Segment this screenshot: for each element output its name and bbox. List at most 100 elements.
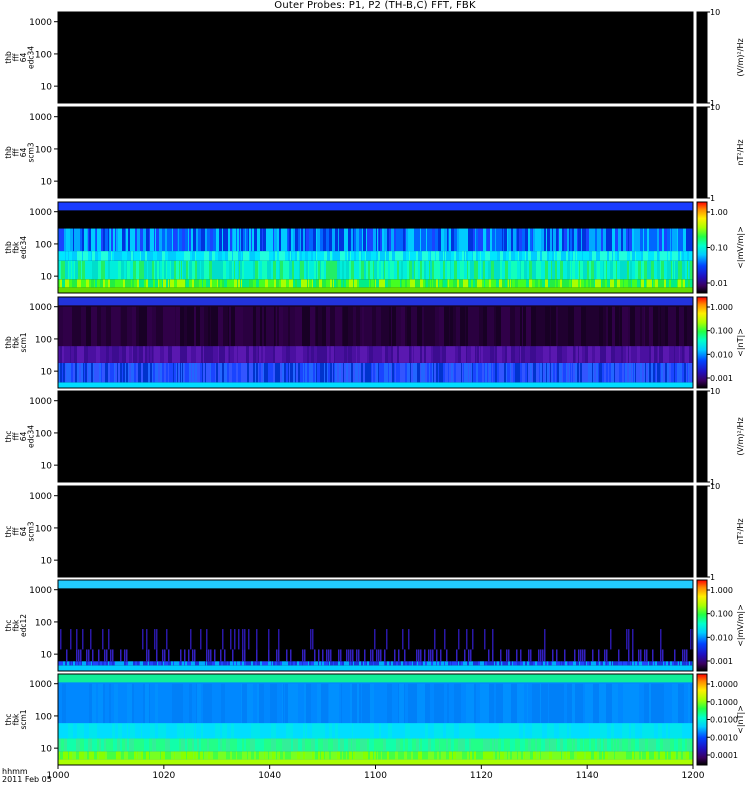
time-stripe [218,738,220,752]
time-stripe [239,260,240,280]
time-stripe [657,362,659,383]
time-stripe [595,738,597,752]
time-stripe [678,751,681,760]
time-stripe [499,260,500,280]
time-stripe [532,751,533,760]
time-stripe [384,306,389,347]
time-stripe [586,738,589,752]
time-stripe [653,661,654,666]
time-stripe [360,306,362,347]
time-stripe [633,362,634,383]
time-stripe [241,228,243,252]
time-stripe [589,228,592,252]
time-stripe [327,346,329,363]
sparse-stripe [348,649,350,662]
time-stripe [367,306,372,347]
time-stripe [455,738,458,752]
time-stripe [203,738,206,752]
time-stripe [670,738,674,752]
time-stripe [621,228,623,252]
time-stripe [340,661,341,666]
time-stripe [522,279,523,288]
time-stripe [303,228,305,252]
time-stripe [541,661,543,666]
time-stripe [192,683,196,724]
time-stripe [681,251,682,261]
time-stripe [273,228,274,252]
time-stripe [394,228,395,252]
time-stripe [630,738,631,752]
time-stripe [115,661,117,666]
time-stripe [578,228,580,252]
time-stripe [178,260,179,280]
time-stripe [610,346,611,363]
time-stripe [155,279,158,288]
time-stripe [317,362,318,383]
time-stripe [624,260,627,280]
time-stripe [553,723,554,739]
time-stripe [449,251,451,261]
time-stripe [137,251,140,261]
sparse-stripe [540,649,542,662]
time-stripe [627,362,628,383]
time-stripe [681,279,683,288]
time-stripe [124,260,126,280]
time-stripe [108,279,110,288]
time-stripe [293,228,294,252]
time-stripe [628,251,630,261]
time-stripe [321,260,324,280]
time-stripe [320,260,321,280]
time-stripe [519,251,522,261]
time-stripe [201,683,203,724]
time-stripe [563,260,566,280]
time-stripe [647,661,648,666]
time-stripe [350,683,352,724]
time-stripe [63,362,65,383]
time-stripe [130,723,135,739]
time-stripe [174,661,176,666]
time-stripe [619,738,622,752]
time-stripe [676,306,679,347]
time-stripe [615,251,617,261]
time-stripe [384,723,388,739]
time-stripe [497,362,499,383]
time-stripe [343,251,344,261]
time-stripe [179,260,180,280]
time-stripe [490,346,492,363]
time-stripe [325,279,326,288]
time-stripe [523,661,524,666]
time-stripe [368,751,369,760]
time-stripe [259,751,260,760]
time-stripe [67,306,72,347]
time-stripe [162,362,164,383]
time-stripe [653,251,654,261]
time-stripe [601,683,604,724]
time-stripe [284,362,286,383]
time-stripe [242,661,244,666]
time-stripe [158,723,161,739]
time-stripe [490,738,491,752]
time-stripe [202,251,204,261]
time-stripe [604,723,607,739]
time-stripe [64,738,67,752]
time-stripe [560,251,561,261]
time-stripe [321,346,325,363]
time-stripe [196,661,197,666]
time-stripe [271,251,273,261]
time-stripe [185,723,188,739]
time-stripe [161,738,163,752]
time-stripe [675,251,678,261]
time-stripe [500,751,501,760]
time-stripe [550,279,552,288]
time-stripe [379,661,380,666]
time-stripe [573,661,574,666]
time-stripe [668,751,671,760]
time-stripe [400,738,403,752]
time-stripe [621,362,622,383]
time-stripe [601,228,603,252]
time-stripe [580,738,583,752]
time-stripe [263,738,264,752]
time-stripe [436,279,438,288]
time-stripe [141,279,142,288]
time-stripe [376,661,378,666]
